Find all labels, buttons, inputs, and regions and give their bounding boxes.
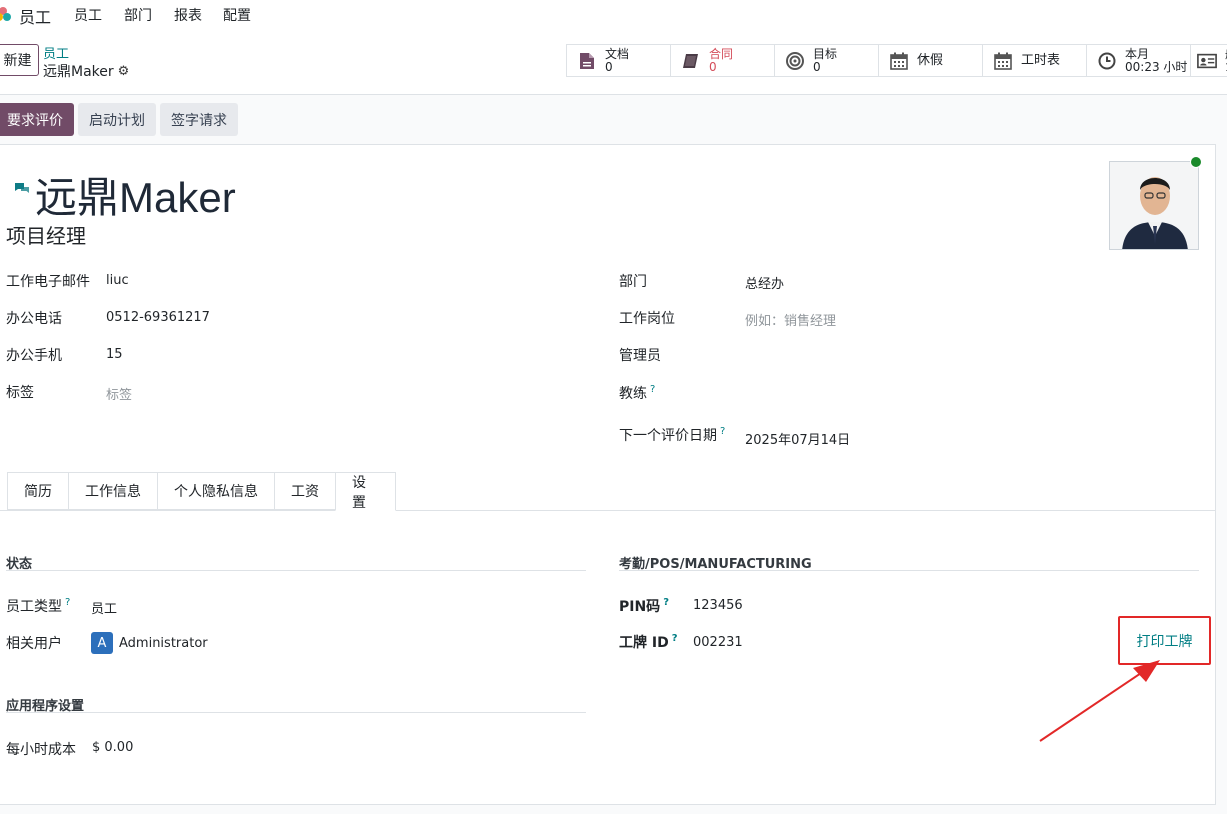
this-month-label: 本月 [1125,46,1150,61]
employee-photo[interactable] [1109,161,1199,250]
goals-label: 目标 [813,46,838,61]
this-month-hours: 00:23 小时 [1125,59,1188,74]
hourly-cost-label: 每小时成本 [6,742,76,758]
pin-label: PIN码? [619,596,669,616]
notebook-tabs: 简历 工作信息 个人隐私信息 工资 设置 [7,472,396,511]
control-panel: 新建 员工 远鼎Maker ⚙ 文档 0 合同 0 目标 0 休假 工时表 本月… [0,28,1227,95]
breadcrumb-current: 远鼎Maker ⚙ [43,61,129,81]
badge-id-field[interactable]: 002231 [693,635,743,650]
app-settings-section-divider [6,712,586,713]
badge-id-label-text: 工牌 ID [619,635,669,651]
tags-field[interactable]: 标签 [106,384,132,403]
gear-icon[interactable]: ⚙ [118,64,130,79]
manager-label: 管理员 [619,348,661,364]
pin-field[interactable]: 123456 [693,598,743,613]
smart-button-goals[interactable]: 目标 0 [774,44,878,77]
timesheet-calendar-icon [993,51,1013,71]
tab-private-information[interactable]: 个人隐私信息 [157,472,274,510]
related-user-name: Administrator [119,635,208,651]
clock-icon [1097,51,1117,71]
next-appraisal-help-icon[interactable]: ? [720,426,725,437]
time-off-label: 休假 [917,53,944,68]
badge-id-help-icon[interactable]: ? [672,633,678,644]
breadcrumb-current-label: 远鼎Maker [43,64,114,80]
target-icon [785,51,805,71]
coach-label: 教练? [619,383,655,403]
smart-button-this-month[interactable]: 本月 00:23 小时 [1086,44,1190,77]
next-appraisal-date-field[interactable]: 2025年07月14日 [745,429,850,448]
work-email-field[interactable]: liuc [106,273,129,288]
request-appraisal-button[interactable]: 要求评价 [0,103,74,136]
related-user-label: 相关用户 [6,636,62,652]
documents-label: 文档 [605,46,630,61]
next-appraisal-label: 下一个评价日期? [619,425,725,445]
goals-count: 0 [813,59,821,74]
smart-button-timesheets[interactable]: 工时表 [982,44,1086,77]
pin-label-text: PIN码 [619,599,661,615]
contract-book-icon [681,51,701,71]
department-field[interactable]: 总经办 [745,273,784,292]
print-badge-button[interactable]: 打印工牌 [1118,616,1211,665]
hourly-cost-field[interactable]: $ 0.00 [92,740,133,755]
job-position-label: 工作岗位 [619,311,675,327]
tags-label: 标签 [6,385,34,401]
employee-job-title[interactable]: 项目经理 [6,220,86,249]
employee-type-label-text: 员工类型 [6,599,62,615]
next-appraisal-label-text: 下一个评价日期 [619,428,717,444]
tab-payroll[interactable]: 工资 [274,472,335,510]
tab-resume[interactable]: 简历 [7,472,68,510]
menu-employees[interactable]: 员工 [74,5,102,25]
app-name[interactable]: 员工 [19,4,51,28]
work-email-label: 工作电子邮件 [6,274,90,290]
top-navbar: 员工 员工 部门 报表 配置 [0,0,1227,28]
smart-buttons: 文档 0 合同 0 目标 0 休假 工时表 本月 00:23 小时 [566,44,1227,77]
smart-button-time-off[interactable]: 休假 [878,44,982,77]
employee-name[interactable]: 远鼎Maker [35,164,236,225]
action-bar: 要求评价 启动计划 签字请求 [0,103,238,136]
menu-reports[interactable]: 报表 [174,5,202,25]
request-signature-button[interactable]: 签字请求 [160,103,238,136]
mobile-phone-label: 办公手机 [6,348,62,364]
smart-button-contracts[interactable]: 合同 0 [670,44,774,77]
document-icon [577,51,597,71]
employee-type-label: 员工类型? [6,596,70,616]
department-label: 部门 [619,274,647,290]
calendar-icon [889,51,909,71]
status-section-divider [6,570,586,571]
coach-label-text: 教练 [619,386,647,402]
launch-plan-button[interactable]: 启动计划 [78,103,156,136]
smart-button-id-card[interactable]: 册1 [1190,44,1227,77]
attendance-section-divider [619,570,1199,571]
documents-count: 0 [605,59,613,74]
menu-configuration[interactable]: 配置 [223,5,251,25]
smart-button-documents[interactable]: 文档 0 [566,44,670,77]
mobile-phone-field[interactable]: 15 [106,347,123,362]
employee-type-help-icon[interactable]: ? [65,597,70,608]
tab-work-information[interactable]: 工作信息 [68,472,157,510]
breadcrumb-parent[interactable]: 员工 [43,43,69,62]
work-phone-label: 办公电话 [6,311,62,327]
coach-help-icon[interactable]: ? [650,384,655,395]
chat-icon[interactable] [14,182,30,196]
presence-status-dot [1190,156,1202,168]
timesheets-label: 工时表 [1021,53,1061,68]
job-position-field[interactable]: 例如：销售经理 [745,310,836,329]
contracts-label: 合同 [709,46,734,61]
new-button[interactable]: 新建 [0,44,39,76]
employee-type-field[interactable]: 员工 [91,598,117,617]
related-user-field[interactable]: A Administrator [91,632,208,654]
pin-help-icon[interactable]: ? [663,597,669,608]
app-logo-icon[interactable] [0,5,12,23]
user-avatar: A [91,632,113,654]
tab-settings[interactable]: 设置 [335,472,396,511]
contracts-count: 0 [709,59,717,74]
menu-departments[interactable]: 部门 [124,5,152,25]
work-phone-field[interactable]: 0512-69361217 [106,310,210,325]
id-card-icon [1197,51,1217,71]
badge-id-label: 工牌 ID? [619,632,678,652]
